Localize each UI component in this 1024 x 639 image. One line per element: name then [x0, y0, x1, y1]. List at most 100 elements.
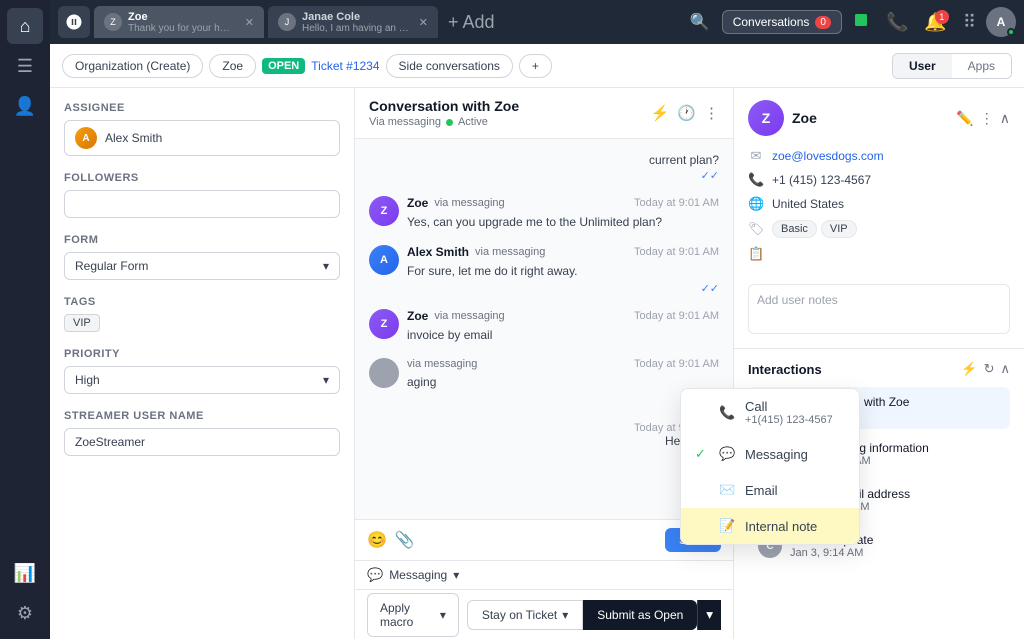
message-time: Today at 9:01 AM: [634, 246, 719, 258]
email-label: Email: [745, 483, 778, 498]
message-row: via messaging Today at 9:01 AM aging ✓✓: [369, 358, 719, 406]
compose-mode-dropdown: 📞 Call +1(415) 123-4567 ✓ 💬 Messaging ✉: [680, 388, 860, 545]
message-check: ✓✓: [369, 169, 719, 182]
alex-avatar: A: [369, 245, 399, 275]
zoe-breadcrumb[interactable]: Zoe: [209, 54, 256, 78]
history-icon[interactable]: 🕐: [677, 104, 696, 122]
apps-grid-icon[interactable]: ⠿: [957, 8, 982, 37]
messaging-icon: 💬: [719, 446, 735, 462]
form-selector[interactable]: Regular Form ▾: [64, 252, 340, 280]
tab-janae-close[interactable]: ✕: [419, 16, 428, 29]
tag-vip[interactable]: VIP: [64, 314, 100, 332]
conversation-subtitle: Via messaging Active: [369, 116, 519, 128]
interactions-collapse-icon[interactable]: ∧: [1000, 361, 1010, 377]
notes-icon-row: 📋: [748, 246, 1010, 262]
user-notes-input[interactable]: Add user notes: [748, 284, 1010, 334]
apply-macro-selector[interactable]: Apply macro ▾: [367, 593, 459, 637]
topbar: Z Zoe Thank you for your hel... ✕ J Jana…: [50, 0, 1024, 44]
search-button[interactable]: 🔍: [682, 8, 718, 36]
phone-icon[interactable]: 📞: [880, 8, 914, 37]
status-icon[interactable]: [846, 7, 876, 38]
tab-zoe[interactable]: Z Zoe Thank you for your hel... ✕: [94, 6, 264, 38]
priority-section: Priority High ▾: [64, 348, 340, 394]
message-header: Alex Smith via messaging Today at 9:01 A…: [407, 245, 719, 259]
tab-zoe-label: Zoe: [128, 11, 235, 23]
add-side-conv-button[interactable]: +: [519, 54, 552, 78]
contact-header: Z Zoe ✏️ ⋮ ∧: [734, 88, 1024, 148]
tags-label: Tags: [64, 296, 340, 308]
messaging-label: Messaging: [745, 447, 808, 462]
dropdown-item-messaging[interactable]: ✓ 💬 Messaging: [681, 436, 859, 472]
message-partial: current plan? ✓✓: [369, 153, 719, 182]
assignee-name: Alex Smith: [105, 131, 162, 145]
message-text: current plan?: [649, 153, 719, 167]
user-toggle-button[interactable]: User: [893, 54, 952, 78]
submit-as-open-button[interactable]: Submit as Open: [583, 600, 697, 630]
apps-toggle-button[interactable]: Apps: [952, 54, 1011, 78]
nav-icon-settings[interactable]: ⚙: [7, 595, 43, 631]
assignee-avatar: A: [75, 127, 97, 149]
contact-avatar: Z: [748, 100, 784, 136]
interactions-refresh-icon[interactable]: ↻: [984, 361, 995, 377]
more-options-icon[interactable]: ⋮: [704, 104, 719, 122]
secondbar: Organization (Create) Zoe OPEN Ticket #1…: [50, 44, 1024, 88]
call-icon: 📞: [719, 405, 735, 421]
conversations-label: Conversations: [733, 15, 810, 29]
compose-mode-selector[interactable]: 💬 Messaging ▾: [355, 560, 733, 589]
streamer-value[interactable]: ZoeStreamer: [64, 428, 340, 456]
dropdown-item-email[interactable]: ✉️ Email: [681, 472, 859, 508]
message-row: Z Zoe via messaging Today at 9:01 AM inv…: [369, 309, 719, 344]
form-value: Regular Form: [75, 259, 148, 273]
stay-on-ticket-button[interactable]: Stay on Ticket ▾: [467, 600, 583, 630]
attachment-icon[interactable]: 📎: [395, 530, 415, 550]
tab-janae-subtitle: Hello, I am having an is...: [302, 23, 409, 34]
emoji-icon[interactable]: 😊: [367, 530, 387, 550]
tag-basic: Basic: [772, 220, 817, 238]
interaction-subtitle: Jan 3, 9:14 AM: [790, 547, 1000, 559]
assignee-selector[interactable]: A Alex Smith: [64, 120, 340, 156]
form-chevron-icon: ▾: [323, 259, 329, 273]
add-tab-button[interactable]: + Add: [442, 12, 501, 33]
message-content: via messaging Today at 9:01 AM aging ✓✓: [407, 358, 719, 406]
tab-zoe-close[interactable]: ✕: [245, 16, 254, 29]
form-section: Form Regular Form ▾: [64, 234, 340, 280]
user-menu[interactable]: A: [986, 7, 1016, 37]
nav-sidebar: ⌂ ☰ 👤 📊 ⚙: [0, 0, 50, 639]
message-text: For sure, let me do it right away.: [407, 262, 719, 280]
interactions-filter-icon[interactable]: ⚡: [961, 361, 977, 377]
priority-selector[interactable]: High ▾: [64, 366, 340, 394]
followers-section: Followers: [64, 172, 340, 218]
org-button[interactable]: Organization (Create): [62, 54, 203, 78]
ticket-link[interactable]: Ticket #1234: [311, 59, 379, 73]
conversations-button[interactable]: Conversations 0: [722, 10, 842, 34]
message-time: Today at 9:01 AM: [634, 310, 719, 322]
tab-janae[interactable]: J Janae Cole Hello, I am having an is...…: [268, 6, 438, 38]
notifications-icon[interactable]: 🔔 1: [918, 8, 952, 37]
app-logo: [58, 6, 90, 38]
compose-mode-icon: 💬: [367, 567, 383, 583]
collapse-icon[interactable]: ∧: [1000, 110, 1010, 127]
filter-icon[interactable]: ⚡: [651, 104, 670, 122]
followers-input[interactable]: [64, 190, 340, 218]
more-icon[interactable]: ⋮: [980, 110, 994, 127]
dropdown-item-internal-note[interactable]: 📝 Internal note: [681, 508, 859, 544]
email-row: ✉ zoe@lovesdogs.com: [748, 148, 1010, 164]
contact-name: Zoe: [792, 110, 817, 126]
conversations-badge: 0: [815, 16, 831, 29]
nav-icon-home[interactable]: ⌂: [7, 8, 43, 44]
message-header: via messaging Today at 9:01 AM: [407, 358, 719, 370]
phone-field-icon: 📞: [748, 172, 764, 188]
nav-icon-reports[interactable]: 📊: [7, 555, 43, 591]
message-content: Zoe via messaging Today at 9:01 AM invoi…: [407, 309, 719, 344]
tags-container: VIP: [64, 314, 340, 332]
conversation-panel: Conversation with Zoe Via messaging Acti…: [355, 88, 734, 639]
followers-label: Followers: [64, 172, 340, 184]
dropdown-item-call[interactable]: 📞 Call +1(415) 123-4567: [681, 389, 859, 436]
side-conversations-button[interactable]: Side conversations: [386, 54, 513, 78]
edit-icon[interactable]: ✏️: [956, 110, 973, 127]
internal-note-icon: 📝: [719, 518, 735, 534]
submit-caret-button[interactable]: ▾: [697, 600, 721, 630]
compose-mode-label: Messaging: [389, 568, 447, 582]
nav-icon-contacts[interactable]: 👤: [7, 88, 43, 124]
nav-icon-tickets[interactable]: ☰: [7, 48, 43, 84]
